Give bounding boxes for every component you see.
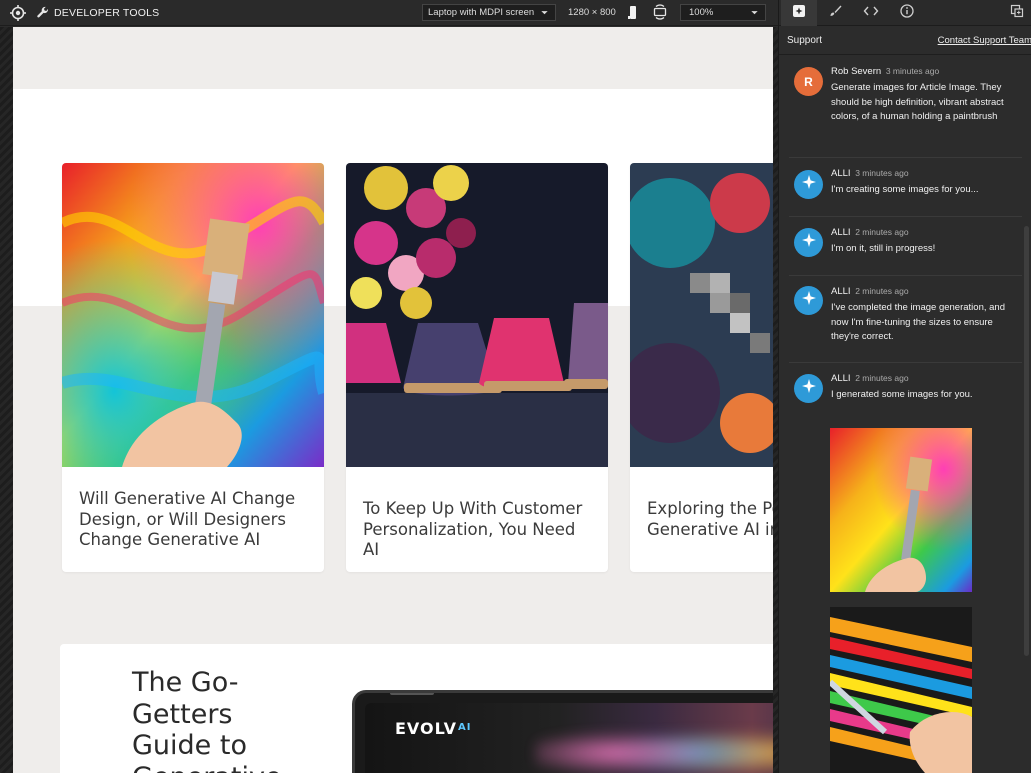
message-meta: ALLI 2 minutes ago	[831, 373, 909, 384]
rotate-icon[interactable]	[652, 4, 668, 23]
message-text: Generate images for Article Image. They …	[831, 82, 1004, 122]
panel-header: Support Contact Support Team	[779, 27, 1031, 55]
alli-avatar	[794, 286, 823, 315]
copy-window-button[interactable]	[1003, 0, 1031, 26]
chat-message: R Rob Severn 3 minutes ago Generate imag…	[789, 60, 1022, 158]
panel-title: Support	[787, 35, 823, 46]
tab-style[interactable]	[817, 0, 853, 26]
alli-avatar	[794, 374, 823, 403]
page-preview: Will Generative AI Change Design, or Wil…	[13, 27, 773, 773]
message-text: I've completed the image generation, and…	[831, 302, 1005, 342]
feature-card: The Go-Getters Guide to Generative EVOLV…	[60, 644, 773, 773]
evolv-logo-text: EVOLV	[395, 719, 458, 738]
info-icon	[900, 3, 914, 23]
chevron-down-icon	[540, 8, 549, 20]
developer-toolbar: DEVELOPER TOOLS Laptop with MDPI screen …	[0, 0, 778, 26]
device-select-value: Laptop with MDPI screen	[428, 7, 535, 18]
message-author: Rob Severn	[831, 66, 882, 77]
chat-message: ALLI 3 minutes ago I'm creating some ima…	[789, 158, 1022, 217]
message-meta: Rob Severn 3 minutes ago	[831, 66, 939, 77]
message-text: I'm on it, still in progress!	[831, 243, 936, 254]
evolv-logo-suffix: AI	[458, 722, 472, 733]
zoom-select[interactable]: 100%	[680, 4, 766, 21]
article-image-shoes	[346, 163, 608, 467]
message-text: I generated some images for you.	[831, 389, 973, 400]
sparkle-box-icon	[792, 4, 806, 23]
sparkle-icon	[801, 232, 817, 253]
message-author: ALLI	[831, 373, 851, 384]
article-image-pixel-face	[630, 163, 773, 467]
code-icon	[863, 4, 879, 23]
message-author: ALLI	[831, 168, 851, 179]
article-card-title[interactable]: Exploring the Po Generative AI in	[647, 499, 773, 540]
generated-image[interactable]	[827, 607, 972, 773]
panel-scrollbar-thumb[interactable]	[1024, 226, 1029, 656]
tab-info[interactable]	[889, 0, 925, 26]
chevron-down-icon	[750, 8, 759, 20]
article-card[interactable]: To Keep Up With Customer Personalization…	[346, 163, 608, 572]
alli-avatar	[794, 228, 823, 257]
alli-avatar	[794, 170, 823, 199]
preview-stage: Will Generative AI Change Design, or Wil…	[0, 27, 778, 773]
message-meta: ALLI 2 minutes ago	[831, 227, 909, 238]
chat-message: ALLI 2 minutes ago I've completed the im…	[789, 276, 1022, 363]
device-orientation-icon[interactable]	[627, 5, 639, 24]
feature-heading: The Go-Getters Guide to Generative	[132, 667, 282, 773]
zoom-select-value: 100%	[689, 7, 714, 18]
message-meta: ALLI 2 minutes ago	[831, 286, 909, 297]
resolution-label: 1280 × 800	[568, 7, 616, 18]
avatar: R	[794, 67, 823, 96]
contact-support-link[interactable]: Contact Support Team	[938, 35, 1031, 46]
target-icon[interactable]	[10, 4, 26, 21]
tab-code[interactable]	[853, 0, 889, 26]
article-card-title[interactable]: Will Generative AI Change Design, or Wil…	[79, 489, 312, 551]
message-time: 2 minutes ago	[855, 373, 909, 383]
message-time: 2 minutes ago	[855, 227, 909, 237]
generated-image[interactable]	[830, 428, 972, 592]
tab-assistant[interactable]	[781, 0, 817, 26]
article-card-title-line: Exploring the Po	[647, 499, 773, 518]
message-text: I'm creating some images for you...	[831, 184, 979, 195]
copy-window-icon	[1010, 4, 1024, 23]
chat-message: ALLI 2 minutes ago I'm on it, still in p…	[789, 217, 1022, 276]
evolv-logo: EVOLVAI	[395, 719, 471, 738]
message-time: 3 minutes ago	[855, 168, 909, 178]
tablet-image: EVOLVAI	[352, 690, 773, 773]
message-meta: ALLI 3 minutes ago	[831, 168, 909, 179]
developer-tools-title: DEVELOPER TOOLS	[54, 6, 160, 19]
sparkle-icon	[801, 378, 817, 399]
panel-tabs	[779, 0, 1031, 26]
tablet-notch	[390, 693, 434, 695]
message-time: 2 minutes ago	[855, 286, 909, 296]
sparkle-icon	[801, 290, 817, 311]
message-author: ALLI	[831, 227, 851, 238]
article-card-title-line: Generative AI in	[647, 519, 773, 539]
message-author: ALLI	[831, 286, 851, 297]
sparkle-icon	[801, 174, 817, 195]
article-card-title[interactable]: To Keep Up With Customer Personalization…	[363, 499, 596, 561]
device-select[interactable]: Laptop with MDPI screen	[422, 4, 556, 21]
wrench-icon	[36, 6, 50, 20]
tablet-blur	[535, 713, 773, 773]
article-card[interactable]: Exploring the Po Generative AI in	[630, 163, 773, 572]
paintbrush-icon	[828, 4, 842, 23]
article-card[interactable]: Will Generative AI Change Design, or Wil…	[62, 163, 324, 572]
article-image-paintbrush	[62, 163, 324, 467]
message-time: 3 minutes ago	[885, 66, 940, 76]
